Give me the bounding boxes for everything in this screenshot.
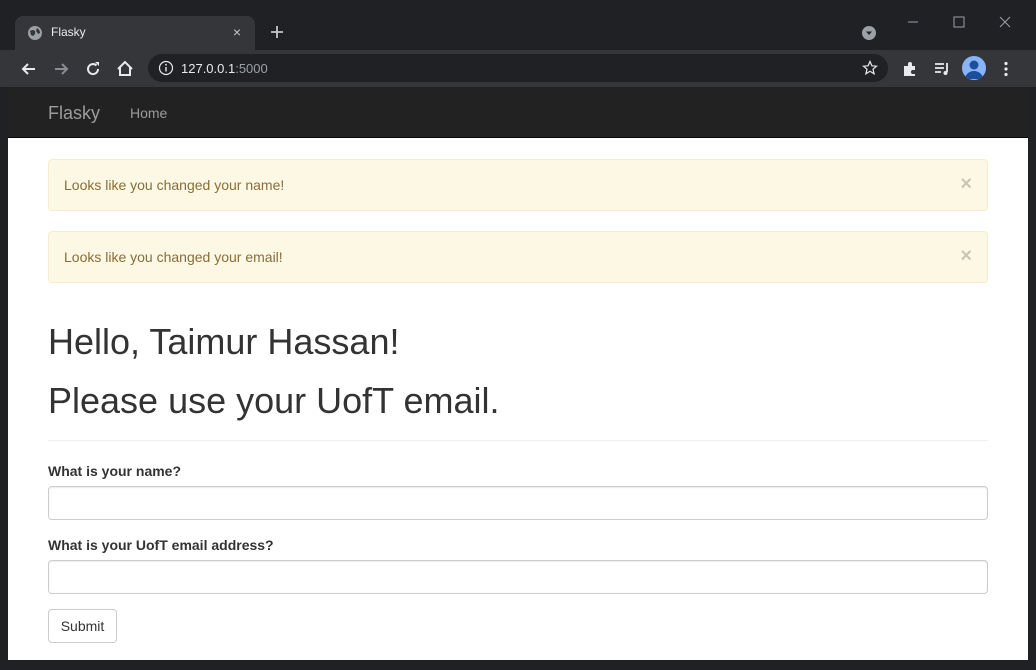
name-label: What is your name? [48, 463, 182, 479]
name-input[interactable] [48, 486, 988, 520]
back-arrow-icon[interactable] [19, 59, 39, 79]
forward-arrow-icon[interactable] [51, 59, 71, 79]
kebab-menu-icon[interactable] [996, 59, 1016, 79]
greeting-heading: Hello, Taimur Hassan! [48, 321, 400, 362]
address-bar[interactable]: 127.0.0.1:5000 [148, 54, 888, 82]
site-navbar: Flasky Home [8, 87, 1028, 138]
alert-message: Looks like you changed your name! [64, 177, 285, 193]
reload-icon[interactable] [83, 59, 103, 79]
media-icon[interactable] [932, 59, 952, 79]
notice-heading: Please use your UofT email. [48, 380, 500, 421]
navbar-brand[interactable]: Flasky [48, 103, 100, 124]
tab-title: Flasky [51, 25, 86, 39]
close-window-icon[interactable] [995, 12, 1015, 32]
close-icon[interactable]: × [960, 174, 972, 194]
flash-alert-email: Looks like you changed your email! × [48, 231, 988, 283]
minimize-icon[interactable] [903, 12, 923, 32]
chevron-down-icon[interactable] [861, 25, 877, 41]
browser-tab[interactable]: Flasky × [15, 16, 255, 50]
puzzle-icon[interactable] [900, 59, 920, 79]
divider [48, 440, 988, 441]
globe-icon [27, 25, 43, 41]
page-viewport: Flasky Home Looks like you changed your … [8, 87, 1028, 660]
close-icon[interactable]: × [229, 24, 245, 40]
star-icon[interactable] [862, 60, 878, 76]
close-icon[interactable]: × [960, 246, 972, 266]
browser-window: Flasky × 127.0.0.1:5000 Flasky Home Look… [0, 0, 1036, 670]
url-port: :5000 [235, 61, 268, 76]
plus-icon[interactable] [268, 23, 286, 41]
info-icon[interactable] [158, 60, 174, 76]
maximize-icon[interactable] [949, 12, 969, 32]
email-input[interactable] [48, 560, 988, 594]
alert-message: Looks like you changed your email! [64, 249, 283, 265]
avatar[interactable] [962, 56, 986, 80]
home-icon[interactable] [115, 59, 135, 79]
email-label: What is your UofT email address? [48, 537, 274, 553]
url-host: 127.0.0.1 [181, 61, 236, 76]
url-text: 127.0.0.1:5000 [181, 61, 268, 76]
browser-toolbar: 127.0.0.1:5000 [0, 50, 1036, 87]
flash-alert-name: Looks like you changed your name! × [48, 159, 988, 211]
nav-link-home[interactable]: Home [130, 105, 167, 121]
tab-strip: Flasky × [0, 0, 1036, 50]
submit-button[interactable]: Submit [48, 609, 117, 643]
